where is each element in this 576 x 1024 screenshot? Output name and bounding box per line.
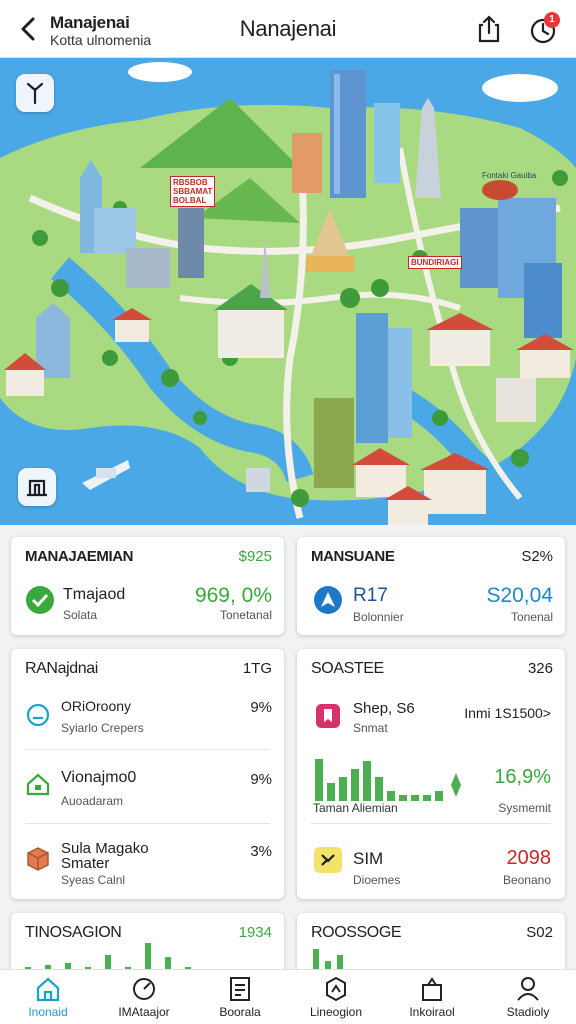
- list-item-label: Shep, S6: [353, 700, 415, 717]
- card-value: $925: [238, 548, 272, 565]
- nav-label: Boorala: [219, 1005, 261, 1019]
- card-value: S2%: [521, 548, 553, 565]
- card-title: TINOSAGION: [25, 924, 122, 941]
- card-title: ROOSSOGE: [311, 924, 402, 941]
- list-item-percent: 9%: [250, 699, 272, 716]
- card-value: 326: [527, 660, 553, 677]
- nav-label: Lineogion: [309, 1005, 363, 1019]
- document-icon: [230, 977, 250, 1001]
- list-item-sublabel: Syeas Calnl: [61, 873, 126, 887]
- nav-item-regions[interactable]: Lineogion: [288, 970, 384, 1024]
- home-icon: [26, 773, 50, 796]
- stat-card-1[interactable]: MANAJAEMIAN $925 Tmajaod Solata 969, 0% …: [11, 537, 284, 635]
- map-street-sign: BUNDIRIAGI: [408, 256, 462, 269]
- chart-sublabel: Sysmemit: [498, 801, 551, 815]
- map-bottom-button[interactable]: [18, 468, 56, 506]
- trend-bar-chart: [315, 759, 461, 801]
- nav-label: IMAtaajor: [118, 1005, 170, 1019]
- list-item-sublabel: Dioemes: [353, 873, 401, 887]
- divider: [25, 823, 270, 824]
- notification-badge: 1: [544, 12, 560, 28]
- list-item-sublabel: Syiarlo Crepers: [61, 721, 144, 735]
- divider: [311, 823, 551, 824]
- list-item-label: ORiOroony: [61, 698, 132, 714]
- top-bar: Manajenai Kotta ulnomenia Nanajenai 1: [0, 0, 576, 58]
- card-title: MANSUANE: [311, 548, 395, 565]
- card-value: S02: [526, 924, 553, 941]
- card-big-value: S20,04: [486, 584, 553, 607]
- nav-item-documents[interactable]: Boorala: [192, 970, 288, 1024]
- nav-item-bag[interactable]: Inkoiraol: [384, 970, 480, 1024]
- card-label: Tmajaod: [63, 586, 126, 603]
- list-item-link[interactable]: Inmi 1S1500>: [464, 705, 551, 721]
- nav-label: Inkoiraol: [409, 1005, 455, 1019]
- card-title: SOASTEE: [311, 660, 384, 677]
- timer-icon: [26, 703, 50, 727]
- card-big-sublabel: Tonetanal: [219, 608, 272, 622]
- check-circle-icon: [26, 586, 54, 614]
- ticket-icon: [314, 847, 342, 873]
- nav-item-activity[interactable]: IMAtaajor: [96, 970, 192, 1024]
- card-sublabel: Bolonnier: [353, 610, 404, 624]
- cube-icon: [27, 847, 49, 871]
- list-item-sublabel: Auoadaram: [61, 794, 124, 808]
- card-title: RANajdnai: [25, 660, 98, 677]
- bookmark-icon: [316, 704, 340, 728]
- list-item-percent: 9%: [250, 771, 272, 788]
- list-item-value-sublabel: Beonano: [502, 873, 551, 887]
- bottom-nav: Inonaid IMAtaajor Boorala Lineogion Inko…: [0, 969, 576, 1024]
- divider: [25, 749, 270, 750]
- list-item-sublabel: Snmat: [353, 721, 388, 735]
- list-item-label: SIM: [353, 849, 384, 868]
- map-illustration: [0, 58, 576, 525]
- nav-label: Stadioly: [506, 1005, 550, 1019]
- gauge-icon: [133, 978, 155, 1000]
- bag-icon: [422, 977, 442, 1001]
- list-item-label: Vionajmo0: [61, 769, 137, 786]
- map-top-button[interactable]: [16, 74, 54, 112]
- list-card-2[interactable]: SOASTEE 326 Shep, S6 Snmat Inmi 1S1500> …: [297, 649, 565, 899]
- user-icon: [517, 977, 539, 1001]
- home-icon: [36, 977, 60, 1002]
- card-title: MANAJAEMIAN: [25, 548, 134, 565]
- card-value: 1934: [238, 924, 272, 941]
- card-label: R17: [353, 585, 388, 606]
- card-big-value: 969, 0%: [194, 584, 272, 607]
- nav-item-profile[interactable]: Stadioly: [480, 970, 576, 1024]
- building-icon: [27, 479, 47, 497]
- location-icon: [314, 586, 342, 614]
- map-caption: Fontaki Gauiba: [482, 171, 537, 180]
- list-item-value: 2098: [506, 847, 552, 869]
- list-item-percent: 3%: [250, 843, 272, 860]
- pin-icon: [26, 82, 44, 105]
- list-card-1[interactable]: RANajdnai 1TG ORiOroony Syiarlo Crepers …: [11, 649, 284, 899]
- chart-percent: 16,9%: [494, 766, 551, 788]
- city-map[interactable]: RBSBOB SBBAMAT BOLBAL BUNDIRIAGI Fontaki…: [0, 58, 576, 525]
- chart-caption: Taman Aliemian: [313, 801, 398, 815]
- share-icon[interactable]: [475, 14, 503, 44]
- stat-card-2[interactable]: MANSUANE S2% R17 Bolonnier S20,04 Tonena…: [297, 537, 565, 635]
- hexagon-icon: [326, 976, 346, 1002]
- list-item-label: Sula Magako Smater: [61, 840, 149, 872]
- card-value: 1TG: [242, 660, 272, 677]
- card-big-sublabel: Tonenal: [510, 610, 553, 624]
- nav-label: Inonaid: [28, 1005, 68, 1019]
- card-sublabel: Solata: [63, 608, 98, 622]
- nav-item-home[interactable]: Inonaid: [0, 970, 96, 1024]
- map-landmark-sign: RBSBOB SBBAMAT BOLBAL: [170, 176, 216, 207]
